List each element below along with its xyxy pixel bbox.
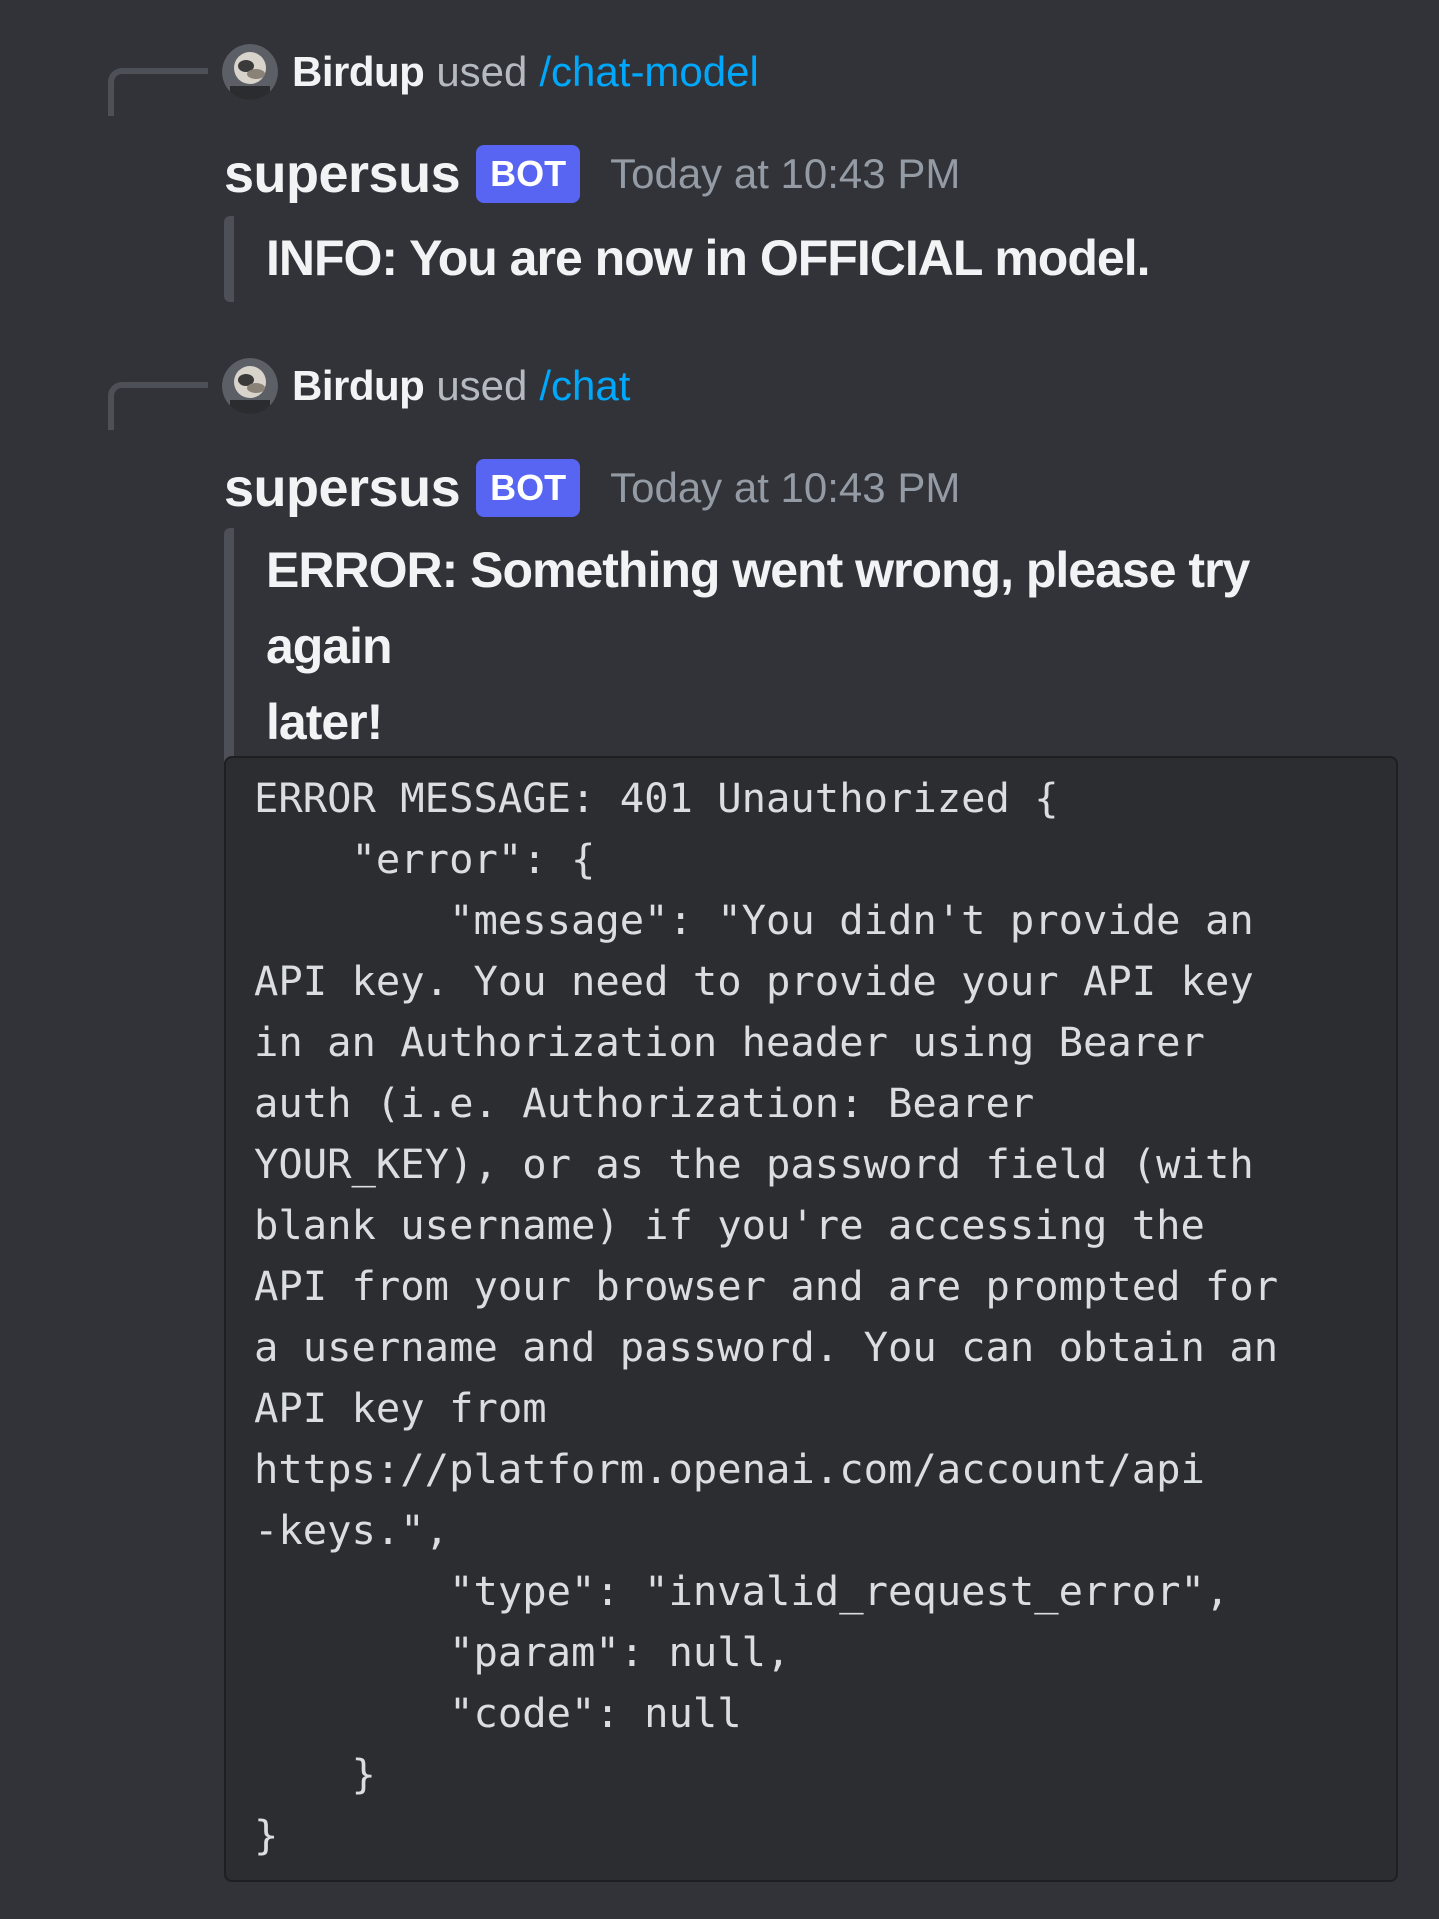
- embed-description-line: later!: [266, 694, 383, 750]
- message-timestamp: Today at 10:43 PM: [610, 464, 961, 511]
- bot-badge: BOT: [476, 459, 581, 517]
- user-avatar-icon[interactable]: [222, 44, 278, 100]
- embed: ERROR: Something went wrong, please try …: [224, 528, 1372, 766]
- embed: INFO: You are now in OFFICIAL model.: [224, 216, 1372, 302]
- embed-description-line: ERROR: Something went wrong, please try …: [266, 542, 1250, 674]
- bot-username[interactable]: supersus: [224, 143, 461, 205]
- command-invocation: Birdup used /chat: [222, 358, 630, 414]
- message-timestamp: Today at 10:43 PM: [610, 150, 961, 197]
- slash-command-link[interactable]: /chat: [539, 362, 630, 410]
- used-label: used: [436, 362, 528, 409]
- reply-spine: [108, 382, 208, 430]
- invoker-username[interactable]: Birdup: [292, 362, 425, 410]
- reply-spine: [108, 68, 208, 116]
- code-block-content: ERROR MESSAGE: 401 Unauthorized { "error…: [254, 774, 1279, 1859]
- used-label: used: [436, 48, 528, 95]
- message-header: supersus BOT Today at 10:43 PM: [224, 454, 960, 522]
- embed-description: INFO: You are now in OFFICIAL model.: [266, 230, 1150, 286]
- invoker-username[interactable]: Birdup: [292, 48, 425, 96]
- bot-badge: BOT: [476, 145, 581, 203]
- code-block[interactable]: ERROR MESSAGE: 401 Unauthorized { "error…: [224, 756, 1398, 1882]
- message-header: supersus BOT Today at 10:43 PM: [224, 140, 960, 208]
- bot-username[interactable]: supersus: [224, 457, 461, 519]
- slash-command-link[interactable]: /chat-model: [539, 48, 758, 96]
- command-invocation: Birdup used /chat-model: [222, 44, 759, 100]
- user-avatar-icon[interactable]: [222, 358, 278, 414]
